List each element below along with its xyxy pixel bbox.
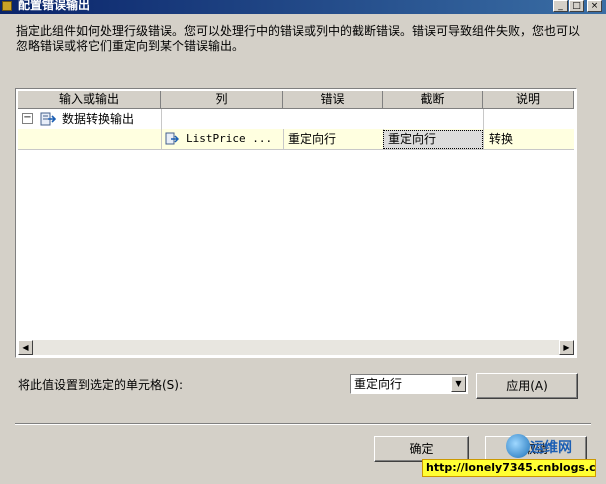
scroll-right-icon[interactable]: ▶ <box>559 340 574 355</box>
cell-truncation-disposition[interactable]: 重定向行 <box>388 130 436 148</box>
table-row[interactable]: ListPrice ... 重定向行 重定向行 转换 <box>18 129 574 150</box>
cell-column-name[interactable]: ListPrice ... <box>186 130 283 148</box>
footer-separator <box>15 423 591 425</box>
instructions-text: 指定此组件如何处理行级错误。您可以处理行中的错误或列中的截断错误。错误可导致组件… <box>16 24 581 53</box>
cell-description: 转换 <box>489 132 514 146</box>
column-header-column[interactable]: 列 <box>161 91 283 109</box>
watermark-site-name: 运维网 <box>530 440 572 456</box>
grid-divider <box>283 129 284 149</box>
collapse-icon[interactable]: − <box>22 113 33 124</box>
column-header-truncation[interactable]: 截断 <box>383 91 483 109</box>
column-header-input-output[interactable]: 输入或输出 <box>18 91 161 109</box>
data-output-icon <box>40 112 56 126</box>
disposition-dropdown-value: 重定向行 <box>354 377 403 391</box>
watermark-url: http://lonely7345.cnblogs.com <box>422 459 596 477</box>
grid-divider <box>161 129 162 149</box>
configure-error-output-dialog: 配置错误输出 _ □ × 指定此组件如何处理行级错误。您可以处理行中的错误或列中… <box>0 0 606 484</box>
horizontal-scrollbar[interactable]: ◀ ▶ <box>18 340 574 355</box>
column-icon <box>165 132 179 145</box>
minimize-button[interactable]: _ <box>553 0 568 12</box>
cell-error-disposition[interactable]: 重定向行 <box>288 130 336 148</box>
close-button[interactable]: × <box>587 0 602 12</box>
column-header-description[interactable]: 说明 <box>483 91 574 109</box>
column-header-error[interactable]: 错误 <box>283 91 383 109</box>
grid-divider <box>161 109 162 129</box>
title-bar[interactable]: 配置错误输出 _ □ × <box>0 0 606 14</box>
watermark-logo-icon <box>506 434 530 458</box>
grid-divider <box>483 109 484 129</box>
dialog-app-icon <box>2 1 12 11</box>
maximize-button[interactable]: □ <box>569 0 584 12</box>
scroll-left-icon[interactable]: ◀ <box>18 340 33 355</box>
error-output-grid[interactable]: 输入或输出 列 错误 截断 说明 − 数据转换输出 ListPrice ... <box>15 88 577 358</box>
output-group-name: 数据转换输出 <box>62 112 135 126</box>
disposition-dropdown[interactable]: 重定向行 ▼ <box>350 374 468 394</box>
apply-button[interactable]: 应用(A) <box>476 373 578 399</box>
output-group-row[interactable]: − 数据转换输出 <box>18 109 574 129</box>
dialog-title: 配置错误输出 <box>18 0 91 12</box>
set-value-label: 将此值设置到选定的单元格(S): <box>18 378 184 392</box>
chevron-down-icon[interactable]: ▼ <box>451 376 466 392</box>
grid-divider <box>483 129 484 149</box>
